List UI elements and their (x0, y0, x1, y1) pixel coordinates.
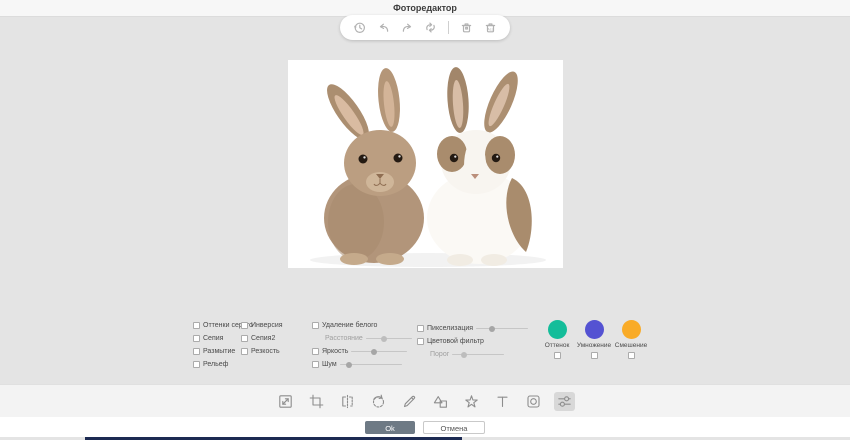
filter-blur[interactable]: Размытие (193, 347, 235, 356)
image-canvas[interactable] (288, 60, 563, 268)
window-title: Фоторедактор (393, 3, 457, 13)
remove-white-checkbox[interactable] (312, 322, 319, 329)
distance-row: Расстояние (325, 334, 412, 343)
filter-blur-label: Размытие (203, 347, 235, 356)
remove-white-row: Удаление белого (312, 321, 377, 330)
filter-invert[interactable]: Инверсия (241, 321, 283, 330)
blend-mode-tint: Оттенок (537, 320, 577, 359)
crop-icon[interactable] (306, 392, 327, 411)
distance-slider[interactable] (366, 335, 412, 343)
filter-sepia2-checkbox[interactable] (241, 335, 248, 342)
brightness-slider[interactable] (351, 348, 407, 356)
brightness-slider-thumb[interactable] (371, 349, 377, 355)
blend-mode-multiply: Умножение (574, 320, 614, 359)
filter-sharpen-checkbox[interactable] (241, 348, 248, 355)
blend-mode-blend: Смешение (611, 320, 651, 359)
filter-sepia2-label: Сепия2 (251, 334, 275, 343)
pixelate-slider[interactable] (476, 325, 528, 333)
filter-emboss[interactable]: Рельеф (193, 360, 228, 369)
star-icon[interactable] (461, 392, 482, 411)
filter-invert-label: Инверсия (251, 321, 283, 330)
distance-slider-track[interactable] (366, 338, 412, 340)
tools-toolbar (0, 384, 850, 417)
blend-color-swatch[interactable] (622, 320, 641, 339)
distance-slider-thumb[interactable] (381, 336, 387, 342)
flip-icon[interactable] (337, 392, 358, 411)
tint-checkbox[interactable] (554, 352, 561, 359)
threshold-slider[interactable] (452, 351, 504, 359)
distance-label: Расстояние (325, 334, 363, 343)
filter-grayscale-checkbox[interactable] (193, 322, 200, 329)
footer: Ok Отмена (0, 417, 850, 437)
brightness-slider-track[interactable] (351, 351, 407, 353)
filter-blur-checkbox[interactable] (193, 348, 200, 355)
ok-button[interactable]: Ok (365, 421, 415, 434)
filter-sepia-label: Сепия (203, 334, 223, 343)
delete-all-icon[interactable]: ALL (484, 21, 497, 34)
filter-sepia2[interactable]: Сепия2 (241, 334, 275, 343)
pencil-icon[interactable] (399, 392, 420, 411)
history-toolbar: ALL (340, 15, 510, 40)
pixelate-label: Пикселизация (427, 324, 473, 333)
noise-row: Шум (312, 360, 402, 369)
brightness-checkbox[interactable] (312, 348, 319, 355)
toolbar-divider (448, 21, 449, 34)
undo-icon[interactable] (377, 21, 390, 34)
blend-checkbox[interactable] (628, 352, 635, 359)
color-filter-row: Цветовой фильтр (417, 337, 484, 346)
noise-slider[interactable] (340, 361, 402, 369)
shapes-icon[interactable] (430, 392, 451, 411)
rotate-icon[interactable] (368, 392, 389, 411)
adjustments-icon[interactable] (554, 392, 575, 411)
noise-label: Шум (322, 360, 337, 369)
filter-sepia-checkbox[interactable] (193, 335, 200, 342)
multiply-label: Умножение (577, 342, 611, 349)
noise-slider-thumb[interactable] (346, 362, 352, 368)
noise-checkbox[interactable] (312, 361, 319, 368)
redo-icon[interactable] (401, 21, 414, 34)
multiply-checkbox[interactable] (591, 352, 598, 359)
text-icon[interactable] (492, 392, 513, 411)
brightness-row: Яркость (312, 347, 407, 356)
blend-label: Смешение (615, 342, 647, 349)
color-filter-label: Цветовой фильтр (427, 337, 484, 346)
brightness-label: Яркость (322, 347, 348, 356)
history-icon[interactable] (353, 21, 366, 34)
rabbits-photo (288, 60, 563, 268)
multiply-color-swatch[interactable] (585, 320, 604, 339)
filter-sharpen-label: Резкость (251, 347, 280, 356)
tint-label: Оттенок (545, 342, 570, 349)
filter-emboss-label: Рельеф (203, 360, 228, 369)
repeat-icon[interactable] (424, 21, 437, 34)
frame-icon[interactable] (523, 392, 544, 411)
filter-sepia[interactable]: Сепия (193, 334, 223, 343)
tint-color-swatch[interactable] (548, 320, 567, 339)
delete-all-label: ALL (487, 28, 493, 32)
pixelate-row: Пикселизация (417, 324, 528, 333)
pixelate-checkbox[interactable] (417, 325, 424, 332)
threshold-label: Порог (430, 350, 449, 359)
filter-invert-checkbox[interactable] (241, 322, 248, 329)
threshold-slider-thumb[interactable] (461, 352, 467, 358)
pixelate-slider-thumb[interactable] (489, 326, 495, 332)
pixelate-slider-track[interactable] (476, 328, 528, 330)
color-filter-checkbox[interactable] (417, 338, 424, 345)
remove-white-label: Удаление белого (322, 321, 377, 330)
filter-emboss-checkbox[interactable] (193, 361, 200, 368)
resize-icon[interactable] (275, 392, 296, 411)
threshold-row: Порог (430, 350, 504, 359)
delete-icon[interactable] (460, 21, 473, 34)
cancel-button[interactable]: Отмена (423, 421, 485, 434)
filter-sharpen[interactable]: Резкость (241, 347, 280, 356)
